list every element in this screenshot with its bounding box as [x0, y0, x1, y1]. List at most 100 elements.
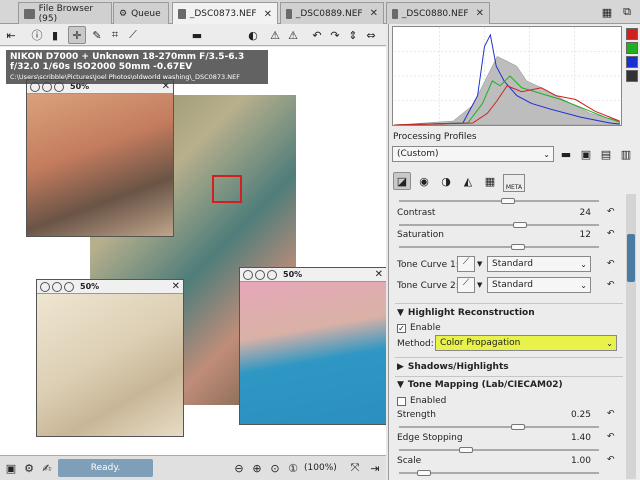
save-profile-icon[interactable]: ▣: [577, 145, 595, 163]
scale-slider[interactable]: [417, 470, 431, 476]
slider-knob[interactable]: [501, 198, 515, 204]
chevron-down-icon[interactable]: ▼: [477, 260, 482, 268]
toggle-right-panel-icon[interactable]: ⇥: [366, 459, 384, 477]
image-canvas[interactable]: 50% ✕ 50% ✕ 50% ✕: [0, 47, 386, 455]
image-icon: [392, 8, 398, 19]
straighten-icon[interactable]: ⟋: [124, 26, 142, 44]
tab-dsc0880[interactable]: _DSC0880.NEF ✕: [386, 2, 490, 24]
detail-window-2[interactable]: 50% ✕: [36, 279, 184, 437]
close-icon[interactable]: ✕: [375, 269, 383, 280]
reset-icon[interactable]: ↶: [607, 409, 615, 419]
close-icon[interactable]: ✕: [172, 281, 180, 292]
scale-value[interactable]: 1.00: [561, 456, 591, 466]
detail-window-3[interactable]: 50% ✕: [239, 267, 386, 425]
reset-icon[interactable]: ↶: [607, 259, 615, 269]
metadata-tab[interactable]: META: [503, 174, 525, 192]
copy-profile-icon[interactable]: ▤: [597, 145, 615, 163]
chevron-down-icon: ⌄: [606, 338, 613, 348]
new-detail-window-icon[interactable]: ⤧: [346, 459, 364, 477]
zoom-fit-icon[interactable]: ⊙: [266, 459, 284, 477]
close-icon[interactable]: ✕: [264, 9, 272, 20]
zoom-100-icon[interactable]: ①: [284, 459, 302, 477]
zoom-out-icon[interactable]: [52, 281, 62, 292]
tone-curve-2-select[interactable]: Standard ⌄: [487, 277, 591, 293]
reset-icon[interactable]: ↶: [607, 432, 615, 442]
edge-stopping-value[interactable]: 1.40: [561, 433, 591, 443]
editor-icon[interactable]: ✍: [38, 459, 56, 477]
exposure-tab-icon[interactable]: ◪: [393, 172, 411, 190]
detail-zoom-label: 50%: [80, 282, 100, 291]
detail-tab-icon[interactable]: ◉: [415, 172, 433, 190]
strength-slider[interactable]: [511, 424, 525, 430]
reset-icon[interactable]: ↶: [607, 207, 615, 217]
hand-tool-icon[interactable]: ✛: [68, 26, 86, 44]
shadows-highlights-header[interactable]: ▶ Shadows/Highlights: [389, 359, 623, 375]
close-icon[interactable]: ✕: [476, 8, 484, 19]
fullscreen-icon[interactable]: ⧉: [618, 3, 636, 21]
color-channel-icon[interactable]: ▬: [188, 26, 206, 44]
curve-icon[interactable]: ⟋: [457, 256, 475, 272]
tab-queue[interactable]: ⚙ Queue: [113, 2, 169, 24]
highlight-reconstruction-header[interactable]: ▼ Highlight Reconstruction: [389, 305, 623, 321]
raw-tab-icon[interactable]: ▦: [481, 172, 499, 190]
gallery-icon[interactable]: ▦: [598, 3, 616, 21]
reset-icon[interactable]: ↶: [607, 280, 615, 290]
rotate-right-icon[interactable]: ↷: [326, 26, 344, 44]
tone-curve-1-select[interactable]: Standard ⌄: [487, 256, 591, 272]
chevron-down-icon: ⌄: [580, 259, 587, 269]
image-icon: [178, 9, 186, 19]
luminance-toggle[interactable]: [626, 70, 638, 82]
tone-mapping-header[interactable]: ▼ Tone Mapping (Lab/CIECAM02): [389, 377, 623, 393]
open-profile-icon[interactable]: ▬: [557, 145, 575, 163]
warning-icon[interactable]: ⚠: [266, 26, 284, 44]
contrast-value[interactable]: 24: [561, 208, 591, 218]
tab-file-browser[interactable]: File Browser (95): [18, 2, 112, 24]
queue-icon[interactable]: ⚙: [20, 459, 38, 477]
before-after-icon[interactable]: ▮: [46, 26, 64, 44]
zoom-fit-icon[interactable]: [267, 269, 277, 280]
zoom-out-icon[interactable]: [255, 269, 265, 280]
blue-channel-toggle[interactable]: [626, 56, 638, 68]
red-channel-toggle[interactable]: [626, 28, 638, 40]
reset-icon[interactable]: ↶: [607, 229, 615, 239]
close-icon[interactable]: ✕: [370, 8, 378, 19]
profile-select[interactable]: (Custom) ⌄: [392, 146, 554, 162]
reset-icon[interactable]: ↶: [607, 455, 615, 465]
enabled-checkbox[interactable]: [397, 396, 406, 406]
curve-icon[interactable]: ⟋: [457, 277, 475, 293]
tab-dsc0889[interactable]: _DSC0889.NEF ✕: [280, 2, 384, 24]
tab-bar: File Browser (95) ⚙ Queue _DSC0873.NEF ✕…: [0, 0, 640, 25]
strength-value[interactable]: 0.25: [561, 410, 591, 420]
green-channel-toggle[interactable]: [626, 42, 638, 54]
info-icon[interactable]: ⓘ: [28, 26, 46, 44]
tab-dsc0873[interactable]: _DSC0873.NEF ✕: [172, 2, 278, 25]
focus-mask-icon[interactable]: ◐: [244, 26, 262, 44]
white-balance-picker-icon[interactable]: ✎: [88, 26, 106, 44]
zoom-in-icon[interactable]: [40, 281, 50, 292]
edge-stopping-slider[interactable]: [459, 447, 473, 453]
scrollbar-thumb[interactable]: [627, 234, 635, 282]
flip-horizontal-icon[interactable]: ⇔: [362, 26, 380, 44]
flip-vertical-icon[interactable]: ⇕: [344, 26, 362, 44]
zoom-out-icon[interactable]: ⊖: [230, 459, 248, 477]
color-tab-icon[interactable]: ◑: [437, 172, 455, 190]
method-select[interactable]: Color Propagation ⌄: [435, 335, 617, 351]
saturation-slider[interactable]: [511, 244, 525, 250]
transform-tab-icon[interactable]: ◭: [459, 172, 477, 190]
enable-checkbox[interactable]: ✓: [397, 323, 406, 333]
rotate-left-icon[interactable]: ↶: [308, 26, 326, 44]
contrast-slider[interactable]: [513, 222, 527, 228]
detail-window-1[interactable]: 50% ✕: [26, 79, 174, 237]
zoom-in-icon[interactable]: ⊕: [248, 459, 266, 477]
zoom-fit-icon[interactable]: [64, 281, 74, 292]
detail-window-marker[interactable]: [212, 175, 242, 203]
save-icon[interactable]: ▣: [2, 459, 20, 477]
toggle-left-panel-icon[interactable]: ⇤: [2, 26, 20, 44]
paste-profile-icon[interactable]: ▥: [617, 145, 635, 163]
warning-alt-icon[interactable]: ⚠: [284, 26, 302, 44]
zoom-in-icon[interactable]: [243, 269, 253, 280]
tool-panel-scrollbar[interactable]: [626, 194, 636, 479]
saturation-value[interactable]: 12: [561, 230, 591, 240]
chevron-down-icon[interactable]: ▼: [477, 281, 482, 289]
crop-icon[interactable]: ⌗: [106, 26, 124, 44]
